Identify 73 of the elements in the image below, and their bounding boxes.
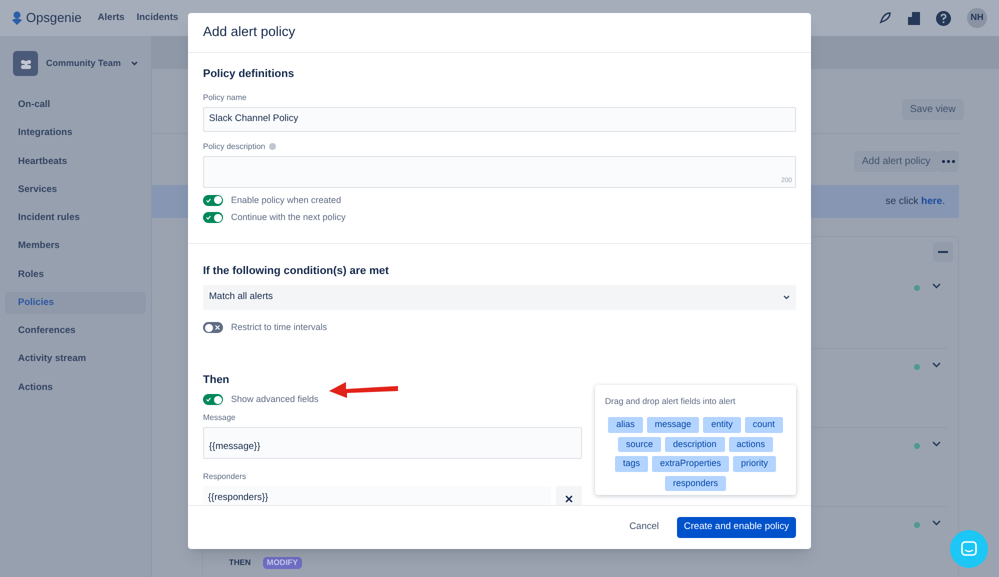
message-field[interactable]: {{message}} [203, 426, 582, 458]
toggle-switch[interactable] [203, 394, 223, 406]
field-chip[interactable]: actions [728, 436, 774, 452]
create-and-enable-policy-button[interactable]: Create and enable policy [676, 517, 796, 538]
sidebar-item[interactable]: Actions [5, 376, 146, 399]
field-chip[interactable]: priority [733, 456, 776, 472]
collapse-button[interactable] [933, 242, 953, 262]
toggle-switch[interactable] [203, 212, 223, 224]
section-heading: Then [203, 372, 230, 388]
field-chip[interactable]: alias [608, 417, 643, 433]
chevron-down-icon[interactable] [932, 283, 941, 289]
sidebar-item[interactable]: On-call [5, 94, 146, 116]
help-icon[interactable] [936, 10, 951, 26]
modify-tag: MODIFY [262, 557, 302, 569]
field-chip[interactable]: extraProperties [652, 456, 730, 472]
toggle-label: Continue with the next policy [231, 211, 346, 224]
then-label: THEN [229, 557, 251, 569]
field-label: Responders [203, 470, 248, 482]
sidebar-item[interactable]: Integrations [5, 122, 146, 144]
nav-link[interactable]: Incidents [136, 10, 178, 26]
field-chip[interactable]: count [744, 417, 783, 433]
chevron-down-icon[interactable] [932, 520, 941, 526]
sidebar-item[interactable]: Heartbeats [5, 150, 146, 173]
logo-icon [12, 11, 22, 25]
dialog-title: Add alert policy [203, 23, 296, 42]
chevron-down-icon[interactable] [131, 61, 138, 66]
save-view-button[interactable]: Save view [902, 99, 964, 120]
user-avatar[interactable]: NH [967, 8, 987, 28]
app-logo-text[interactable]: Opsgenie [26, 8, 82, 28]
clear-button[interactable] [556, 486, 582, 505]
toggle-label: Show advanced fields [231, 393, 319, 406]
toggle-switch[interactable] [203, 322, 223, 334]
field-chip[interactable]: description [664, 436, 724, 452]
field-label: Policy name [203, 92, 248, 104]
sidebar-item[interactable]: Roles [5, 264, 146, 286]
chat-launcher[interactable] [950, 530, 988, 568]
check-icon [206, 198, 211, 203]
policy-name-field[interactable]: Slack Channel Policy [203, 106, 796, 132]
sidebar-item[interactable]: Services [5, 178, 146, 201]
nav-link[interactable]: Alerts [98, 10, 125, 26]
team-avatar [13, 51, 38, 76]
field-chip[interactable]: tags [614, 456, 648, 472]
responders-field[interactable]: {{responders}} [203, 486, 551, 505]
match-select[interactable]: Match all alerts [203, 285, 796, 310]
chevron-down-icon [783, 295, 790, 300]
sidebar-item[interactable]: Activity stream [5, 348, 146, 370]
check-icon [206, 215, 211, 220]
section-heading: If the following condition(s) are met [203, 264, 390, 278]
close-icon [565, 494, 573, 502]
team-name[interactable]: Community Team [46, 56, 121, 70]
toggle-label: Enable policy when created [231, 194, 342, 207]
chat-icon [961, 541, 977, 557]
toggle-label: Restrict to time intervals [231, 321, 328, 334]
field-label: Policy description [203, 140, 266, 152]
panel-title: Drag and drop alert fields into alert [605, 394, 736, 408]
sidebar-item[interactable]: Incident rules [5, 207, 146, 230]
more-options-button[interactable] [937, 151, 959, 172]
check-icon [206, 397, 211, 402]
chevron-down-icon[interactable] [932, 362, 941, 368]
field-chip[interactable]: entity [703, 417, 741, 433]
section-heading: Policy definitions [203, 67, 296, 82]
field-chip[interactable]: responders [664, 476, 726, 492]
cross-icon [215, 325, 220, 330]
sidebar-item[interactable]: Members [5, 235, 146, 258]
sidebar-item[interactable]: Conferences [5, 320, 146, 342]
field-chip[interactable]: message [646, 417, 700, 433]
field-label: Message [203, 412, 236, 424]
field-chip[interactable]: source [618, 436, 661, 452]
chevron-down-icon[interactable] [932, 441, 941, 447]
banner-text: se click here. [886, 195, 945, 209]
toggle-switch[interactable] [203, 194, 223, 206]
cancel-button[interactable]: Cancel [625, 520, 663, 535]
add-alert-policy-button[interactable]: Add alert policy [854, 151, 938, 172]
